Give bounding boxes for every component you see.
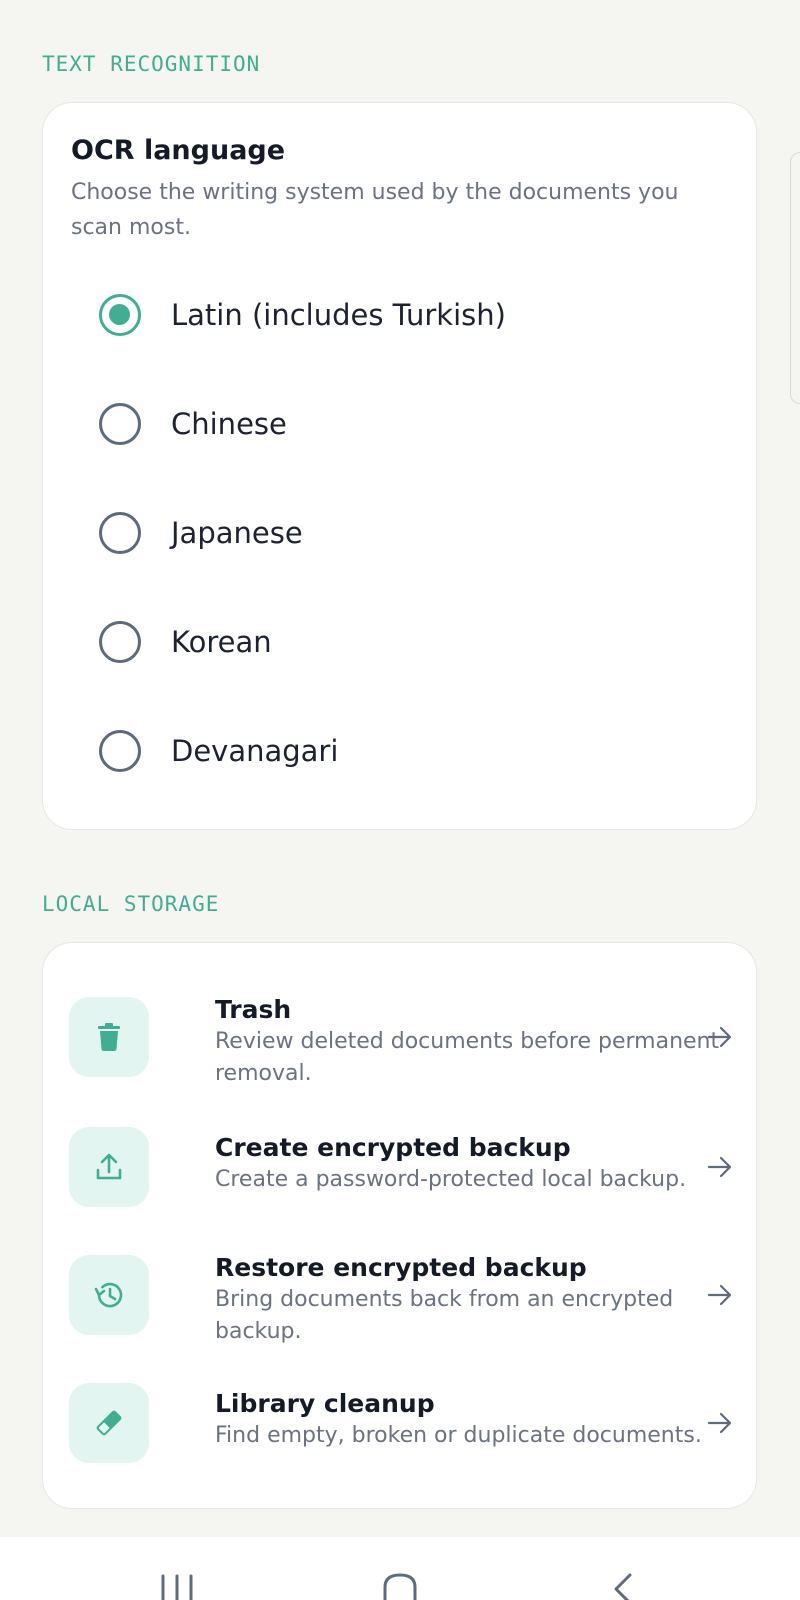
radio-option-devanagari[interactable]: Devanagari — [99, 721, 719, 781]
radio-label: Chinese — [171, 407, 287, 441]
arrow-right-icon — [707, 1412, 732, 1434]
storage-item-title: Trash — [215, 995, 292, 1024]
radio-option-korean[interactable]: Korean — [99, 612, 719, 672]
home-icon[interactable] — [383, 1573, 417, 1600]
storage-item-create-backup[interactable]: Create encrypted backup Create a passwor… — [69, 1127, 734, 1207]
radio-option-chinese[interactable]: Chinese — [99, 394, 719, 454]
radio-button[interactable] — [99, 621, 141, 663]
radio-label: Latin (includes Turkish) — [171, 298, 506, 332]
storage-item-subtitle: Review deleted documents before permanen… — [215, 1029, 720, 1086]
radio-option-latin[interactable]: Latin (includes Turkish) — [99, 285, 719, 345]
recent-apps-icon[interactable] — [160, 1573, 194, 1600]
radio-option-japanese[interactable]: Japanese — [99, 503, 719, 563]
radio-label: Devanagari — [171, 734, 339, 768]
storage-item-title: Library cleanup — [215, 1389, 435, 1418]
radio-label: Japanese — [171, 516, 303, 550]
radio-button[interactable] — [99, 403, 141, 445]
radio-label: Korean — [171, 625, 272, 659]
arrow-right-icon — [707, 1284, 732, 1306]
storage-item-subtitle: Bring documents back from an encrypted b… — [215, 1287, 674, 1344]
system-navigation-bar — [0, 1537, 800, 1600]
trash-icon — [69, 997, 149, 1077]
section-label-local-storage: LOCAL STORAGE — [42, 892, 220, 916]
radio-button[interactable] — [99, 512, 141, 554]
ocr-language-description: Choose the writing system used by the do… — [71, 180, 679, 240]
local-storage-card: Trash Review deleted documents before pe… — [42, 942, 757, 1509]
eraser-icon — [69, 1383, 149, 1463]
ocr-language-card: OCR language Choose the writing system u… — [42, 102, 757, 830]
radio-button[interactable] — [99, 730, 141, 772]
storage-item-subtitle: Find empty, broken or duplicate document… — [215, 1423, 702, 1448]
storage-item-title: Create encrypted backup — [215, 1133, 571, 1162]
arrow-right-icon — [707, 1026, 732, 1048]
storage-item-library-cleanup[interactable]: Library cleanup Find empty, broken or du… — [69, 1383, 734, 1463]
back-icon[interactable] — [610, 1573, 636, 1600]
radio-button-checked[interactable] — [99, 294, 141, 336]
ocr-language-title: OCR language — [71, 135, 286, 166]
history-icon — [69, 1255, 149, 1335]
storage-item-title: Restore encrypted backup — [215, 1253, 587, 1282]
section-label-text-recognition: TEXT RECOGNITION — [42, 52, 261, 76]
storage-item-restore-backup[interactable]: Restore encrypted backup Bring documents… — [69, 1253, 734, 1344]
storage-item-trash[interactable]: Trash Review deleted documents before pe… — [69, 995, 734, 1086]
storage-item-subtitle: Create a password-protected local backup… — [215, 1167, 687, 1192]
arrow-right-icon — [707, 1156, 732, 1178]
upload-icon — [69, 1127, 149, 1207]
side-panel-handle[interactable] — [790, 152, 800, 404]
